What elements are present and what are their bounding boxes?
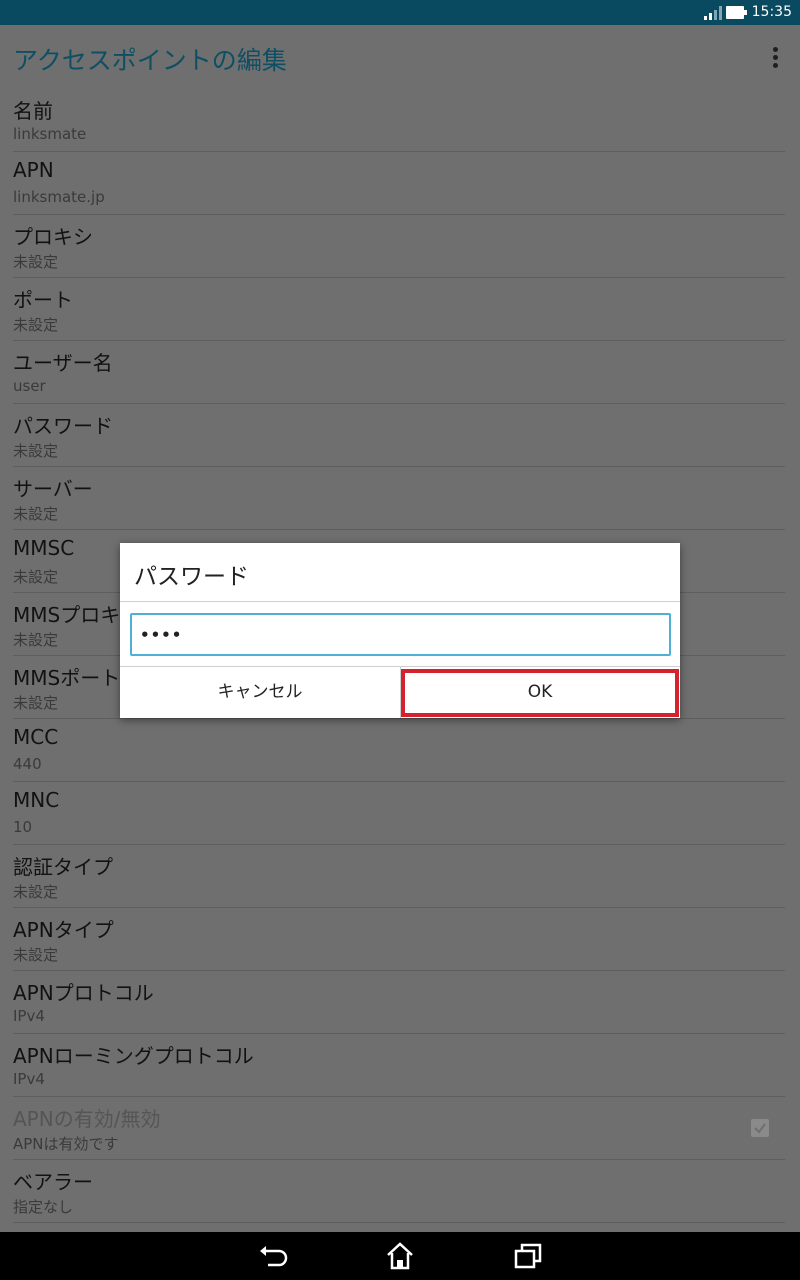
list-item[interactable]: 認証タイプ 未設定 bbox=[13, 845, 785, 908]
item-summary: IPv4 bbox=[13, 1070, 45, 1088]
item-summary: 未設定 bbox=[13, 316, 59, 334]
list-item[interactable]: ユーザー名 user bbox=[13, 341, 785, 404]
list-item[interactable]: APNタイプ未設定 bbox=[13, 908, 785, 971]
list-item[interactable]: MNC 10 bbox=[13, 782, 785, 845]
item-summary: user bbox=[13, 377, 46, 395]
item-title: ベアラー bbox=[13, 1170, 93, 1194]
item-title: プロキシ bbox=[13, 225, 93, 249]
item-summary: 未設定 bbox=[13, 568, 59, 586]
item-title: ユーザー名 bbox=[13, 351, 113, 375]
divider bbox=[120, 601, 680, 602]
item-title: MNC bbox=[13, 788, 60, 812]
item-summary: 未設定 bbox=[13, 883, 59, 901]
item-title: APN bbox=[13, 158, 54, 182]
status-bar: 15:35 bbox=[0, 0, 800, 25]
app-bar: アクセスポイントの編集 bbox=[0, 25, 800, 89]
item-summary: linksmate bbox=[13, 125, 87, 143]
list-item[interactable]: ベアラー 指定なし bbox=[13, 1160, 785, 1223]
item-title: APNプロトコル bbox=[13, 981, 154, 1005]
list-item[interactable]: プロキシ 未設定 bbox=[13, 215, 785, 278]
item-summary: 10 bbox=[13, 818, 33, 836]
item-title: ポート bbox=[13, 288, 73, 312]
item-title: APNの有効/無効 bbox=[13, 1107, 161, 1131]
battery-icon bbox=[726, 6, 748, 19]
list-item[interactable]: パスワード 未設定 bbox=[13, 404, 785, 467]
item-title: APNローミングプロトコル bbox=[13, 1044, 254, 1068]
list-item[interactable]: APN linksmate.jp bbox=[13, 152, 785, 215]
password-field[interactable] bbox=[130, 613, 671, 656]
list-item[interactable]: ポート 未設定 bbox=[13, 278, 785, 341]
signal-icon bbox=[704, 6, 722, 20]
password-input[interactable] bbox=[132, 615, 669, 654]
item-title: APNタイプ bbox=[13, 918, 114, 942]
list-item[interactable]: APNプロトコル IPv4 bbox=[13, 971, 785, 1034]
item-summary: 指定なし bbox=[13, 1198, 74, 1216]
item-summary: 未設定 bbox=[13, 694, 59, 712]
item-title: サーバー bbox=[13, 477, 93, 501]
cancel-button[interactable]: キャンセル bbox=[120, 667, 400, 718]
item-summary: 未設定 bbox=[13, 505, 59, 523]
list-item[interactable]: 名前 linksmate bbox=[13, 89, 785, 152]
list-item[interactable]: MCC 440 bbox=[13, 719, 785, 782]
recents-icon[interactable] bbox=[512, 1241, 544, 1271]
item-title: MCC bbox=[13, 725, 59, 749]
more-vert-icon[interactable] bbox=[768, 45, 784, 71]
list-item[interactable]: APNの有効/無効 APNは有効です bbox=[13, 1097, 785, 1160]
item-summary: 未設定 bbox=[13, 946, 59, 964]
item-title: MMSC bbox=[13, 536, 75, 560]
back-icon[interactable] bbox=[256, 1241, 288, 1271]
item-summary: linksmate.jp bbox=[13, 188, 105, 206]
item-title: 認証タイプ bbox=[13, 855, 113, 879]
item-summary: 未設定 bbox=[13, 442, 59, 460]
home-icon[interactable] bbox=[384, 1241, 416, 1271]
check-icon[interactable] bbox=[751, 1119, 769, 1137]
item-title: 名前 bbox=[13, 99, 53, 123]
item-title: パスワード bbox=[13, 414, 113, 438]
item-title: MMSポート bbox=[13, 666, 121, 690]
dialog-title: パスワード bbox=[134, 564, 249, 590]
item-summary: 未設定 bbox=[13, 253, 59, 271]
list-item[interactable]: APNローミングプロトコル IPv4 bbox=[13, 1034, 785, 1097]
status-time: 15:35 bbox=[751, 4, 792, 20]
item-summary: APNは有効です bbox=[13, 1135, 119, 1153]
navigation-bar bbox=[0, 1232, 800, 1280]
ok-button[interactable]: OK bbox=[400, 667, 680, 718]
item-summary: IPv4 bbox=[13, 1007, 45, 1025]
item-summary: 未設定 bbox=[13, 631, 59, 649]
password-dialog: パスワード キャンセル OK bbox=[120, 543, 680, 718]
item-summary: 440 bbox=[13, 755, 42, 773]
list-item[interactable]: サーバー 未設定 bbox=[13, 467, 785, 530]
page-title: アクセスポイントの編集 bbox=[13, 46, 287, 75]
